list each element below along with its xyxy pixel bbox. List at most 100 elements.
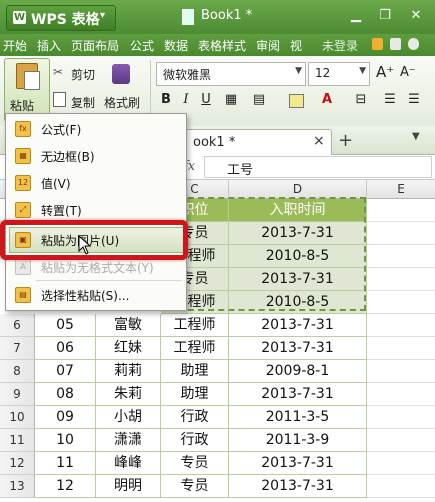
font-family-select[interactable]: 微软雅黑 ▼ — [156, 62, 306, 86]
help-icon[interactable] — [408, 38, 419, 50]
table-cell[interactable]: 2013-7-31 — [229, 337, 367, 360]
column-header-e[interactable]: E — [367, 180, 435, 199]
menu-item-paste-values[interactable]: 12 值(V) — [8, 170, 183, 196]
menu-home[interactable]: 开始 — [3, 37, 27, 54]
table-cell[interactable]: 工程师 — [161, 314, 229, 337]
table-cell[interactable]: 行政 — [161, 406, 229, 429]
font-color-icon[interactable]: A — [318, 90, 336, 110]
bold-button[interactable]: B — [157, 90, 175, 110]
table-cell[interactable]: 2010-8-5 — [229, 291, 367, 314]
row-header[interactable]: 7 — [0, 337, 35, 360]
empty-cell[interactable] — [367, 291, 435, 314]
row-header[interactable]: 11 — [0, 429, 35, 452]
row-header[interactable]: 9 — [0, 383, 35, 406]
menu-table-style[interactable]: 表格样式 — [198, 37, 246, 54]
empty-cell[interactable] — [367, 429, 435, 452]
table-cell[interactable]: 行政 — [161, 429, 229, 452]
table-cell[interactable]: 2009-8-1 — [229, 360, 367, 383]
menu-view[interactable]: 视 — [290, 37, 302, 54]
table-cell[interactable]: 专员 — [161, 452, 229, 475]
table-cell[interactable]: 2013-7-31 — [229, 452, 367, 475]
skin-icon[interactable] — [372, 38, 383, 50]
menu-insert[interactable]: 插入 — [37, 37, 61, 54]
underline-button[interactable]: U — [197, 90, 215, 110]
empty-cell[interactable] — [367, 268, 435, 291]
empty-cell[interactable] — [367, 475, 435, 498]
fill-merge-icon[interactable]: ▤ — [250, 90, 268, 110]
row-header[interactable]: 13 — [0, 475, 35, 498]
empty-cell[interactable] — [367, 383, 435, 406]
row-header[interactable]: 12 — [0, 452, 35, 475]
empty-cell[interactable] — [367, 314, 435, 337]
menu-item-paste-no-border[interactable]: ▦ 无边框(B) — [8, 143, 183, 169]
empty-cell[interactable] — [367, 360, 435, 383]
table-cell[interactable]: 莉莉 — [96, 360, 161, 383]
menu-item-paste-special[interactable]: ▤ 选择性粘贴(S)... — [8, 282, 183, 308]
strikethrough-icon[interactable]: ⊟ — [352, 90, 370, 110]
table-cell[interactable]: 2013-7-31 — [229, 383, 367, 406]
menu-review[interactable]: 审阅 — [256, 37, 280, 54]
menu-page-layout[interactable]: 页面布局 — [71, 37, 119, 54]
minimize-button[interactable]: ▁ — [345, 6, 367, 26]
empty-cell[interactable] — [367, 199, 435, 222]
table-cell[interactable]: 助理 — [161, 383, 229, 406]
maximize-button[interactable]: ❐ — [374, 6, 396, 26]
table-cell[interactable]: 2011-3-9 — [229, 429, 367, 452]
row-header[interactable]: 6 — [0, 314, 35, 337]
close-tab-icon[interactable]: × — [313, 133, 325, 149]
italic-button[interactable]: I — [177, 90, 195, 110]
empty-cell[interactable] — [367, 245, 435, 268]
table-cell[interactable]: 09 — [35, 406, 96, 429]
table-cell[interactable]: 10 — [35, 429, 96, 452]
table-cell[interactable]: 2011-3-5 — [229, 406, 367, 429]
table-cell[interactable]: 专员 — [161, 475, 229, 498]
table-cell[interactable]: 助理 — [161, 360, 229, 383]
row-header[interactable]: 8 — [0, 360, 35, 383]
empty-cell[interactable] — [367, 222, 435, 245]
table-cell[interactable]: 峰峰 — [96, 452, 161, 475]
table-cell[interactable]: 潇潇 — [96, 429, 161, 452]
fill-color-icon[interactable] — [289, 94, 304, 108]
tab-book1[interactable]: ook1 * × — [170, 129, 332, 155]
table-cell[interactable]: 12 — [35, 475, 96, 498]
table-cell[interactable]: 朱莉 — [96, 383, 161, 406]
table-cell[interactable]: 06 — [35, 337, 96, 360]
menu-formulas[interactable]: 公式 — [130, 37, 154, 54]
copy-button[interactable]: 复制 — [71, 94, 95, 111]
wps-app-menu-button[interactable]: W WPS 表格 ▾ — [6, 5, 116, 31]
table-cell[interactable]: 11 — [35, 452, 96, 475]
table-cell[interactable]: 工程师 — [161, 337, 229, 360]
empty-cell[interactable] — [367, 406, 435, 429]
table-cell[interactable]: 2013-7-31 — [229, 475, 367, 498]
table-cell[interactable]: 2010-8-5 — [229, 245, 367, 268]
shirt-icon[interactable] — [390, 38, 401, 50]
table-cell[interactable]: 2013-7-31 — [229, 268, 367, 291]
empty-cell[interactable] — [367, 337, 435, 360]
table-cell[interactable]: 富敏 — [96, 314, 161, 337]
row-header[interactable]: 10 — [0, 406, 35, 429]
column-header-d[interactable]: D — [229, 180, 367, 199]
indent-increase-icon[interactable]: ☰ — [405, 90, 423, 110]
header-cell-hire-date[interactable]: 入职时间 — [229, 199, 367, 222]
table-cell[interactable]: 2013-7-31 — [229, 314, 367, 337]
cut-button[interactable]: 剪切 — [71, 66, 95, 83]
format-painter-button[interactable]: 格式刷 — [104, 94, 140, 111]
formula-input[interactable]: 工号 — [204, 156, 432, 178]
menu-data[interactable]: 数据 — [164, 37, 188, 54]
font-size-select[interactable]: 12 ▼ — [308, 62, 370, 86]
table-cell[interactable]: 05 — [35, 314, 96, 337]
close-window-button[interactable]: ✕ — [405, 6, 427, 26]
grow-font-button[interactable]: A⁺ — [376, 63, 394, 81]
empty-cell[interactable] — [367, 452, 435, 475]
table-cell[interactable]: 红妹 — [96, 337, 161, 360]
table-cell[interactable]: 07 — [35, 360, 96, 383]
new-tab-button[interactable]: + — [338, 130, 353, 151]
border-icon[interactable]: ▦ — [222, 90, 240, 110]
table-cell[interactable]: 2013-7-31 — [229, 222, 367, 245]
indent-decrease-icon[interactable]: ☰ — [381, 90, 399, 110]
login-status[interactable]: 未登录 — [322, 37, 358, 54]
tab-menu-icon[interactable]: ▼ — [412, 131, 420, 142]
menu-item-paste-formula[interactable]: fx 公式(F) — [8, 116, 183, 142]
table-cell[interactable]: 08 — [35, 383, 96, 406]
table-cell[interactable]: 小胡 — [96, 406, 161, 429]
